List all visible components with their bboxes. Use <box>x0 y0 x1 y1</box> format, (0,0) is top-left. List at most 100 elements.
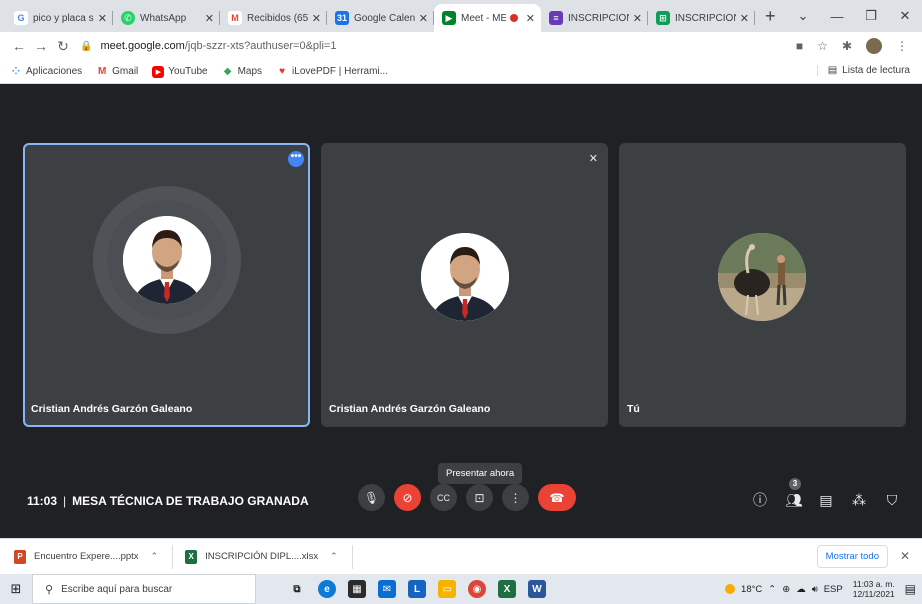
download-item[interactable]: P Encuentro Expere....pptx ⌃ <box>14 544 174 569</box>
more-options-icon[interactable]: ••• <box>288 151 304 167</box>
participant-name: Cristian Andrés Garzón Galeano <box>329 403 491 415</box>
mail-icon[interactable]: ✉ <box>378 580 396 598</box>
lock-icon[interactable]: 🔒 <box>80 41 92 52</box>
tab-title: INSCRIPCIÓN DI <box>568 12 629 24</box>
lexmark-icon[interactable]: L <box>408 580 426 598</box>
weather-icon[interactable] <box>725 584 736 594</box>
hang-up-icon: ☎ <box>549 490 565 505</box>
reading-list-icon: ▤ <box>827 65 838 76</box>
store-icon[interactable]: ▦ <box>348 580 366 598</box>
bookmark-label: Gmail <box>112 66 139 77</box>
chrome-icon[interactable]: ◉ <box>468 580 486 598</box>
gmail-icon: M <box>97 66 107 77</box>
sheets-icon: ⊞ <box>656 11 670 25</box>
google-icon: G <box>14 11 28 25</box>
more-options-button[interactable]: ⋮ <box>502 484 529 511</box>
call-controls: 🎙︎ ⊘ CC ⊡ ⋮ ☎ <box>358 484 576 511</box>
taskbar-search[interactable]: ⚲ Escribe aquí para buscar <box>32 574 256 604</box>
people-icon[interactable]: 👥︎ 3 <box>785 477 803 509</box>
present-screen-icon: ⊡ <box>474 490 485 505</box>
camera-off-button[interactable]: ⊘ <box>394 484 421 511</box>
bookmark-ilovepdf[interactable]: ♥ iLovePDF | Herrami... <box>276 66 388 78</box>
bookmark-gmail[interactable]: M Gmail <box>96 66 138 78</box>
tab-inscripcion-sheets[interactable]: ⊞ INSCRIPCIÓN DI ✕ <box>648 4 755 32</box>
new-tab-button[interactable]: + <box>755 6 786 32</box>
whatsapp-icon: ✆ <box>121 11 135 25</box>
present-now-tooltip: Presentar ahora <box>438 463 523 484</box>
tab-search-icon[interactable]: ⌄ <box>786 8 820 24</box>
close-window-button[interactable]: ✕ <box>888 8 922 24</box>
tab-whatsapp[interactable]: ✆ WhatsApp ✕ <box>113 4 220 32</box>
tab-meet[interactable]: ▶ Meet - MESA ✕ <box>434 4 541 32</box>
tab-close-icon[interactable]: ✕ <box>98 12 107 25</box>
file-explorer-icon[interactable]: ▭ <box>438 580 456 598</box>
tab-close-icon[interactable]: ✕ <box>633 12 642 25</box>
chat-icon[interactable]: ▤ <box>818 492 834 509</box>
host-controls-icon[interactable]: ⛉ <box>884 492 900 509</box>
windows-start-icon[interactable]: ⊞ <box>0 581 32 597</box>
search-icon: ⚲ <box>45 583 54 596</box>
tab-title: Recibidos (653) - <box>247 12 308 24</box>
chevron-up-icon[interactable]: ⌃ <box>768 584 776 595</box>
meeting-info-icon[interactable]: ⓘ <box>752 490 768 510</box>
profile-avatar[interactable] <box>866 38 882 54</box>
cloud-icon[interactable]: ☁ <box>796 584 806 595</box>
back-button[interactable]: ← <box>8 38 30 54</box>
tab-close-icon[interactable]: ✕ <box>419 12 428 25</box>
ilovepdf-icon: ♥ <box>279 66 285 77</box>
chevron-up-icon[interactable]: ⌃ <box>330 551 338 562</box>
tab-title: Meet - MESA <box>461 12 506 24</box>
participant-tile-self[interactable]: Tú <box>619 143 906 427</box>
calendar-icon: 31 <box>335 11 349 25</box>
microphone-button[interactable]: 🎙︎ <box>358 484 385 511</box>
download-item[interactable]: X INSCRIPCIÓN DIPL....xlsx ⌃ <box>185 544 353 569</box>
bookmark-youtube[interactable]: ▶ YouTube <box>152 65 208 78</box>
minimize-button[interactable]: — <box>820 9 854 24</box>
task-view-icon[interactable]: ⧉ <box>288 580 306 598</box>
edge-icon[interactable]: e <box>318 580 336 598</box>
extensions-icon[interactable]: ✱ <box>842 39 852 53</box>
tab-calendar[interactable]: 31 Google Calendar ✕ <box>327 4 434 32</box>
word-icon[interactable]: W <box>528 580 546 598</box>
bookmark-aplicaciones[interactable]: ⁘ Aplicaciones <box>10 66 82 78</box>
microphone-icon: 🎙︎ <box>363 490 380 505</box>
bookmark-star-icon[interactable]: ☆ <box>817 39 828 53</box>
captions-icon: CC <box>437 492 450 503</box>
bookmark-maps[interactable]: ◆ Maps <box>222 66 262 78</box>
meeting-name: MESA TÉCNICA DE TRABAJO GRANADA <box>72 494 309 508</box>
excel-file-icon: X <box>185 549 198 564</box>
language[interactable]: ESP <box>824 584 843 595</box>
show-all-downloads-button[interactable]: Mostrar todo <box>816 545 888 568</box>
network-icon[interactable]: ⊕ <box>782 584 790 595</box>
tab-close-icon[interactable]: ✕ <box>526 12 535 25</box>
menu-icon[interactable]: ⋮ <box>896 39 908 53</box>
participant-tile[interactable]: ••• Cristian Andrés Garzón Galeano <box>23 143 310 427</box>
captions-button[interactable]: CC <box>430 484 457 511</box>
tab-close-icon[interactable]: ✕ <box>740 12 749 25</box>
restore-button[interactable]: ❐ <box>854 8 888 24</box>
close-downloads-icon[interactable]: ✕ <box>900 549 910 563</box>
camera-off-icon: ⊘ <box>402 490 413 505</box>
clock[interactable]: 11:03 a. m. 12/11/2021 <box>853 579 895 599</box>
temperature[interactable]: 18°C <box>741 584 762 595</box>
reload-button[interactable]: ↻ <box>52 38 74 55</box>
participant-tile[interactable]: ✕ Cristian Andrés Garzón Galeano <box>321 143 608 427</box>
tab-inscripcion-forms[interactable]: ≡ INSCRIPCIÓN DI ✕ <box>541 4 648 32</box>
tab-pico-y-placa[interactable]: G pico y placa soac ✕ <box>6 4 113 32</box>
present-now-button[interactable]: ⊡ <box>466 484 493 511</box>
tab-close-icon[interactable]: ✕ <box>312 12 321 25</box>
excel-icon[interactable]: X <box>498 580 516 598</box>
chevron-up-icon[interactable]: ⌃ <box>151 551 159 562</box>
downloads-bar: P Encuentro Expere....pptx ⌃ X INSCRIPCI… <box>0 538 922 574</box>
leave-call-button[interactable]: ☎ <box>538 484 576 511</box>
notifications-icon[interactable]: ▤ <box>905 582 916 596</box>
tab-close-icon[interactable]: ✕ <box>205 12 214 25</box>
tab-gmail[interactable]: M Recibidos (653) - ✕ <box>220 4 327 32</box>
volume-icon[interactable]: 🔊︎ <box>812 584 818 595</box>
camera-in-use-icon[interactable]: ■ <box>796 39 803 53</box>
forward-button[interactable]: → <box>30 38 52 54</box>
reading-list-button[interactable]: ▤ Lista de lectura <box>816 65 910 76</box>
address-bar[interactable]: 🔒 meet.google.com/jqb-szzr-xts?authuser=… <box>80 35 796 57</box>
bookmarks-bar: ⁘ Aplicaciones M Gmail ▶ YouTube ◆ Maps ♥ iLo… <box>0 60 922 84</box>
activities-icon[interactable]: ⁂ <box>851 492 867 509</box>
